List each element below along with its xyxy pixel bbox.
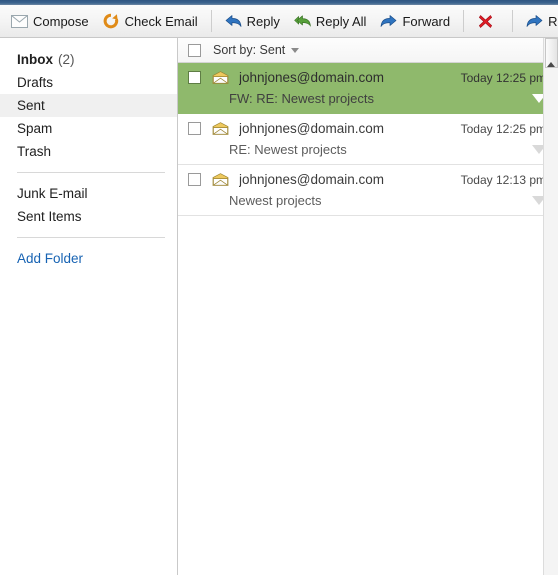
chevron-down-icon xyxy=(291,47,300,53)
message-sender: johnjones@domain.com xyxy=(239,121,385,136)
folder-sidebar: Inbox (2) Drafts Sent Spam Trash Junk E-… xyxy=(0,38,178,575)
message-pane: Sort by: Sent johnjones@domain.com Today… xyxy=(178,38,558,575)
reply-label: Reply xyxy=(246,13,280,29)
sidebar-item-inbox[interactable]: Inbox (2) xyxy=(0,48,177,71)
sidebar-item-junk-email[interactable]: Junk E-mail xyxy=(0,182,177,205)
email-client-window: Compose Check Email Reply Reply All Forw… xyxy=(0,0,558,575)
sidebar-item-label: Spam xyxy=(17,121,53,136)
sidebar-item-sent[interactable]: Sent xyxy=(0,94,177,117)
delete-x-icon xyxy=(477,13,494,30)
sidebar-divider xyxy=(17,237,165,238)
message-row-secondary-line: Newest projects xyxy=(188,193,546,208)
message-row-secondary-line: FW: RE: Newest projects xyxy=(188,91,546,106)
forward-button[interactable]: Forward xyxy=(373,8,457,34)
message-row-primary-line: johnjones@domain.com Today 12:13 pm xyxy=(188,172,546,187)
sidebar-item-sent-items[interactable]: Sent Items xyxy=(0,205,177,228)
sidebar-item-trash[interactable]: Trash xyxy=(0,140,177,163)
message-checkbox[interactable] xyxy=(188,122,201,135)
toolbar-separator xyxy=(210,10,212,32)
message-subject: FW: RE: Newest projects xyxy=(229,91,374,106)
sidebar-item-label: Inbox xyxy=(17,52,53,67)
message-timestamp: Today 12:25 pm xyxy=(460,121,546,136)
sidebar-divider xyxy=(17,172,165,173)
message-row-primary-line: johnjones@domain.com Today 12:25 pm xyxy=(188,70,546,85)
sidebar-item-label: Drafts xyxy=(17,75,54,90)
message-sender: johnjones@domain.com xyxy=(239,172,385,187)
table-row[interactable]: johnjones@domain.com Today 12:25 pm RE: … xyxy=(178,114,558,165)
message-subject: Newest projects xyxy=(229,193,322,208)
message-checkbox[interactable] xyxy=(188,71,201,84)
sidebar-item-drafts[interactable]: Drafts xyxy=(0,71,177,94)
toolbar-separator xyxy=(512,10,514,32)
compose-button[interactable]: Compose xyxy=(4,8,96,34)
check-email-button[interactable]: Check Email xyxy=(96,8,205,34)
message-row-secondary-line: RE: Newest projects xyxy=(188,142,546,157)
forward-arrow-icon xyxy=(380,13,397,30)
envelope-icon xyxy=(11,13,28,30)
reply-all-arrow-icon xyxy=(294,13,311,30)
message-list: johnjones@domain.com Today 12:25 pm FW: … xyxy=(178,63,558,575)
message-timestamp: Today 12:13 pm xyxy=(460,172,546,187)
delete-button[interactable] xyxy=(470,8,506,34)
message-subject: RE: Newest projects xyxy=(229,142,347,157)
reply-arrow-icon xyxy=(225,13,242,30)
resend-email-label: Re-Send Email xyxy=(548,13,558,29)
open-envelope-icon xyxy=(212,173,229,186)
message-list-header: Sort by: Sent xyxy=(178,38,558,63)
sidebar-item-label: Junk E-mail xyxy=(17,186,88,201)
message-timestamp: Today 12:25 pm xyxy=(460,70,546,85)
reply-button[interactable]: Reply xyxy=(218,8,287,34)
open-envelope-icon xyxy=(212,122,229,135)
body-split: Inbox (2) Drafts Sent Spam Trash Junk E-… xyxy=(0,38,558,575)
message-sender: johnjones@domain.com xyxy=(239,70,385,85)
main-toolbar: Compose Check Email Reply Reply All Forw… xyxy=(0,5,558,38)
resend-arrow-icon xyxy=(526,13,543,30)
check-email-label: Check Email xyxy=(124,13,198,29)
sidebar-item-label: Sent Items xyxy=(17,209,82,224)
sidebar-item-label: Trash xyxy=(17,144,52,159)
inbox-unread-count: (2) xyxy=(58,52,75,67)
reply-all-button[interactable]: Reply All xyxy=(287,8,374,34)
message-row-primary-line: johnjones@domain.com Today 12:25 pm xyxy=(188,121,546,136)
open-envelope-icon xyxy=(212,71,229,84)
select-all-checkbox[interactable] xyxy=(188,43,201,57)
forward-label: Forward xyxy=(402,13,451,29)
table-row[interactable]: johnjones@domain.com Today 12:13 pm Newe… xyxy=(178,165,558,216)
toolbar-separator xyxy=(463,10,465,32)
message-checkbox[interactable] xyxy=(188,173,201,186)
compose-label: Compose xyxy=(33,13,89,29)
refresh-icon xyxy=(103,13,120,30)
scroll-down-arrow-icon[interactable] xyxy=(547,62,555,67)
reply-all-label: Reply All xyxy=(315,13,367,29)
sort-by-dropdown[interactable]: Sort by: Sent xyxy=(213,43,300,57)
sidebar-item-spam[interactable]: Spam xyxy=(0,117,177,140)
table-row[interactable]: johnjones@domain.com Today 12:25 pm FW: … xyxy=(178,63,558,114)
sidebar-item-label: Sent xyxy=(17,98,45,113)
resend-email-button[interactable]: Re-Send Email xyxy=(519,8,558,34)
add-folder-link[interactable]: Add Folder xyxy=(0,247,177,269)
sort-by-label: Sort by: Sent xyxy=(213,43,286,57)
vertical-scrollbar[interactable] xyxy=(543,38,558,575)
